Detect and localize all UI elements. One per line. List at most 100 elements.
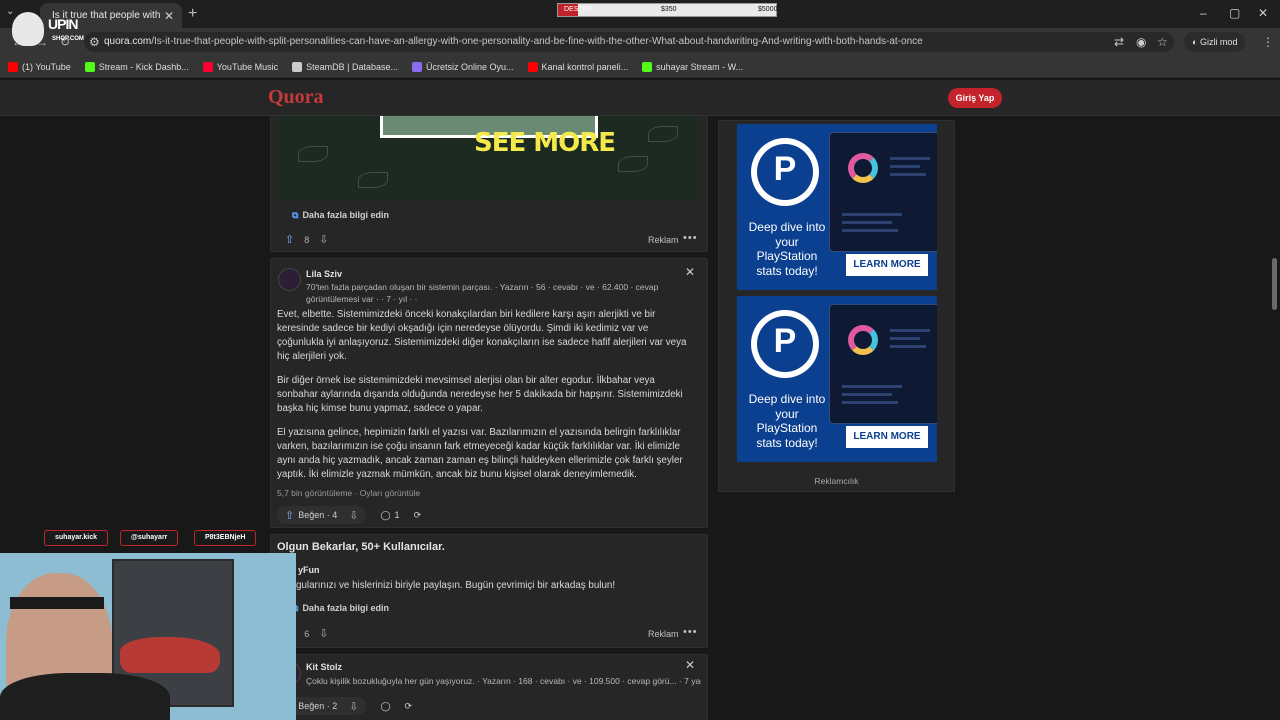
share-icon[interactable]: ⟳ (405, 701, 413, 712)
logo-text-bottom: SHOP.COM (52, 36, 84, 42)
menu-kebab-icon[interactable]: ⋮ (1262, 35, 1274, 49)
downvote-icon[interactable]: ⇩ (319, 233, 328, 246)
stat-line (842, 229, 898, 232)
comment-icon[interactable]: ◯ (380, 701, 390, 712)
ad-vote-bar: ⇧ 8 ⇩ (285, 233, 328, 246)
bookmark-item[interactable]: Kanal kontrol paneli... (527, 61, 628, 72)
donut-chart-graphic (848, 153, 878, 183)
leaf-pattern (298, 146, 328, 162)
stat-line (842, 401, 898, 404)
downvote-icon[interactable]: ⇩ (349, 509, 358, 522)
ad-headline: Deep dive into your PlayStation stats to… (748, 392, 826, 450)
page-scrollbar[interactable] (1272, 258, 1277, 310)
url-field[interactable]: quora.com/Is-it-true-that-people-with-sp… (84, 32, 1174, 52)
view-count[interactable]: 5,7 bin görüntüleme · Oyları görüntüle (277, 488, 420, 498)
upvote-count: 8 (304, 234, 310, 245)
advertiser-label[interactable]: Reklamcılık (718, 476, 955, 486)
headband (10, 597, 104, 609)
bookmark-item[interactable]: YouTube Music (202, 61, 278, 72)
logo-text-top: UPIN (48, 16, 78, 32)
learn-more-button[interactable]: LEARN MORE (846, 254, 928, 276)
leaf-pattern (618, 156, 648, 172)
incognito-indicator[interactable]: ◐ Gizli mod (1184, 32, 1246, 52)
bookmark-item[interactable]: suhayar Stream - W... (642, 61, 744, 72)
donation-goal: $5000 (758, 6, 778, 13)
author-credentials: 70'ten fazla parçadan oluşan bir sistemi… (306, 282, 659, 292)
site-info-icon[interactable]: ⚙ (89, 35, 100, 49)
stat-line (890, 345, 926, 348)
upvote-icon[interactable]: ⇧ (285, 233, 294, 246)
social-discord-badge: P8t3EBNjeH (194, 530, 257, 546)
new-tab-icon[interactable]: + (188, 5, 197, 23)
close-icon[interactable]: ✕ (685, 265, 695, 279)
quora-logo[interactable]: Quora (268, 86, 324, 109)
screen: ⌄ Is it true that people with split p ✕ … (0, 0, 1280, 720)
bookmark-favicon-icon (642, 61, 653, 72)
leaf-pattern (648, 126, 678, 142)
upvote-icon: ⇧ (285, 509, 295, 522)
bookmark-star-icon[interactable]: ☆ (1157, 35, 1168, 49)
ad-learn-more-button[interactable]: ⧉Daha fazla bilgi edin (284, 206, 397, 224)
incognito-icon: ◐ (1192, 37, 1200, 47)
stat-line (890, 173, 926, 176)
answer-actions: ⇧ Beğen · 2 ⇩ ◯ ⟳ (277, 697, 412, 715)
share-icon[interactable]: ⟳ (414, 510, 422, 521)
playstation-logo-icon: P (751, 310, 819, 378)
quora-header: Quora Giriş Yap (0, 80, 1280, 116)
bookmark-favicon-icon (84, 61, 95, 72)
leaf-pattern (358, 172, 388, 188)
stat-line (842, 213, 902, 216)
bookmark-label: suhayar Stream - W... (656, 61, 744, 72)
ad-headline: Deep dive into your PlayStation stats to… (748, 220, 826, 278)
comment-count: 1 (394, 510, 400, 520)
upvote-label: Beğen · 4 (298, 510, 338, 520)
ad-learn-more-button[interactable]: ⧉Daha fazla bilgi edin (284, 599, 397, 617)
author-name[interactable]: Lila Sziv (306, 269, 342, 279)
social-kick-badge: suhayar.kick (44, 530, 109, 546)
sponsored-label: Reklam (648, 629, 679, 639)
close-window-icon[interactable]: ✕ (1258, 6, 1268, 20)
stream-logo-overlay: UPIN SHOP.COM (8, 8, 84, 48)
bookmark-favicon-icon (292, 61, 303, 72)
learn-more-label: Daha fazla bilgi edin (302, 603, 389, 613)
answer-paragraph: Evet, elbette. Sistemimizdeki önceki kon… (277, 309, 687, 362)
tracking-protection-icon[interactable]: ◉ (1136, 35, 1146, 49)
url-host: quora.com (104, 36, 152, 47)
ad-advertiser[interactable]: yFun (298, 565, 320, 575)
learn-more-button[interactable]: LEARN MORE (846, 426, 928, 448)
social-youtube-badge: @suhayarr (120, 530, 179, 546)
stats-screenshot (829, 132, 937, 252)
close-icon[interactable]: ✕ (685, 658, 695, 672)
downvote-icon[interactable]: ⇩ (349, 700, 358, 713)
bookmark-item[interactable]: (1) YouTube (8, 61, 71, 72)
translate-icon[interactable]: ⇄ (1114, 35, 1124, 49)
downvote-icon[interactable]: ⇩ (319, 627, 328, 640)
playstation-stats-ad[interactable]: P Deep dive into your PlayStation stats t… (737, 296, 937, 462)
close-tab-icon[interactable]: ✕ (162, 9, 176, 23)
upvote-button[interactable]: ⇧ Beğen · 4 ⇩ (277, 506, 367, 524)
donut-chart-graphic (848, 325, 878, 355)
minimize-icon[interactable]: – (1200, 6, 1207, 20)
ad-see-more-text: SEE MORE (474, 128, 616, 158)
bookmark-label: SteamDB | Database... (306, 61, 399, 72)
bookmark-label: Ücretsiz Online Oyu... (426, 61, 514, 72)
author-name[interactable]: Kit Stolz (306, 662, 342, 672)
stat-line (842, 393, 892, 396)
bookmark-item[interactable]: Stream - Kick Dashb... (84, 61, 189, 72)
login-button[interactable]: Giriş Yap (948, 88, 1002, 108)
author-avatar[interactable] (278, 268, 301, 291)
bookmark-item[interactable]: SteamDB | Database... (292, 61, 399, 72)
learn-more-label: Daha fazla bilgi edin (302, 210, 389, 220)
ad-title[interactable]: Olgun Bekarlar, 50+ Kullanıcılar. (277, 541, 445, 553)
bookmark-item[interactable]: Ücretsiz Online Oyu... (412, 61, 514, 72)
maximize-icon[interactable]: ▢ (1229, 6, 1240, 20)
bookmark-favicon-icon (8, 61, 18, 72)
answer-paragraph: El yazısına gelince, hepimizin farklı el… (277, 427, 683, 480)
comment-button[interactable]: ◯ 1 (380, 506, 399, 524)
answer-paragraph: Bir diğer örnek ise sistemimizdeki mevsi… (277, 375, 683, 414)
playstation-stats-ad[interactable]: P Deep dive into your PlayStation stats t… (737, 124, 937, 290)
more-options-icon[interactable]: ••• (683, 232, 698, 244)
more-options-icon[interactable]: ••• (683, 626, 698, 638)
upvote-count: 6 (304, 628, 310, 639)
stat-line (890, 165, 920, 168)
